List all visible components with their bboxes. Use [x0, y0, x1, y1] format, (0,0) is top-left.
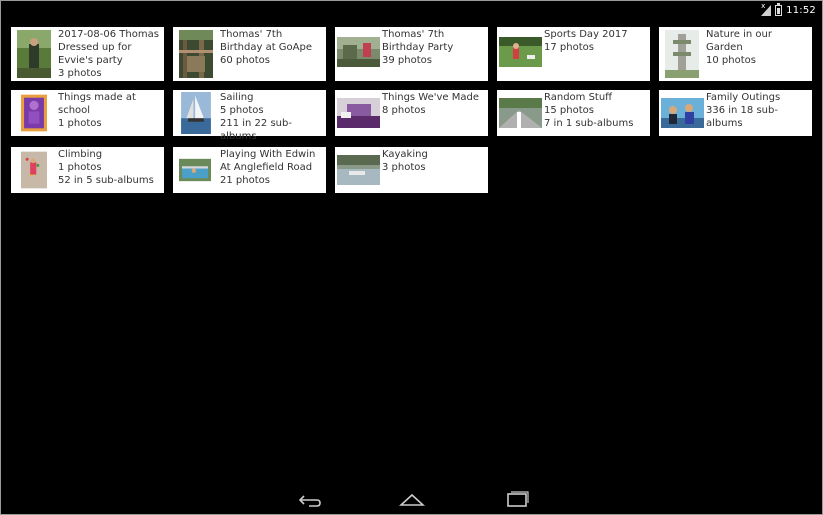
navigation-bar	[1, 485, 822, 515]
album-count: 21 photos	[220, 175, 270, 186]
album-title: Random Stuff	[544, 92, 613, 103]
album-count: 1 photos	[58, 118, 102, 129]
album-thumbnail	[179, 158, 211, 182]
album-tile[interactable]: Nature in our Garden 10 photos	[659, 27, 812, 81]
album-title: Nature in our Garden	[706, 29, 772, 53]
album-count: 3 photos	[58, 68, 102, 79]
album-tile[interactable]: Things made at school 1 photos	[11, 90, 164, 136]
album-title: Kayaking	[382, 149, 428, 160]
album-title: 2017-08-06 Thomas Dressed up for Evvie's…	[58, 29, 159, 66]
clock: 11:52	[786, 4, 816, 16]
home-icon[interactable]	[399, 490, 425, 510]
battery-icon	[775, 2, 783, 16]
album-tile[interactable]: Playing With Edwin At Anglefield Road 21…	[173, 147, 326, 193]
album-count: 8 photos	[382, 105, 426, 116]
album-title: Things made at school	[58, 92, 136, 116]
album-count: 336 in 18 sub-albums	[706, 105, 778, 129]
album-tile[interactable]: Thomas' 7th Birthday Party 39 photos	[335, 27, 488, 81]
album-thumbnail	[661, 98, 704, 128]
album-count: 17 photos	[544, 42, 594, 53]
album-title: Thomas' 7th Birthday Party	[382, 29, 454, 53]
album-count: 1 photos	[58, 162, 102, 173]
app-frame: 11:52 2017-08-06 Thomas Dressed up for E…	[0, 0, 823, 515]
album-tile[interactable]: Sports Day 2017 17 photos	[497, 27, 650, 81]
album-thumbnail	[499, 37, 542, 67]
album-title: Family Outings	[706, 92, 781, 103]
album-thumbnail	[181, 92, 211, 134]
album-thumbnail	[21, 94, 47, 132]
album-count: 39 photos	[382, 55, 432, 66]
album-title: Thomas' 7th Birthday at GoApe	[220, 29, 313, 53]
recent-apps-icon[interactable]	[504, 490, 530, 510]
signal-icon	[761, 2, 772, 16]
album-tile[interactable]: Random Stuff 15 photos 7 in 1 sub-albums	[497, 90, 650, 136]
album-tile[interactable]: Sailing 5 photos 211 in 22 sub-albums	[173, 90, 326, 142]
album-tile[interactable]: Things We've Made 8 photos	[335, 90, 488, 136]
album-tile[interactable]: Kayaking 3 photos	[335, 147, 488, 193]
album-tile[interactable]: 2017-08-06 Thomas Dressed up for Evvie's…	[11, 27, 164, 81]
album-subalbums: 7 in 1 sub-albums	[544, 118, 634, 129]
album-count: 60 photos	[220, 55, 270, 66]
album-subalbums: 52 in 5 sub-albums	[58, 175, 154, 186]
back-icon[interactable]	[297, 490, 323, 510]
album-thumbnail	[337, 155, 380, 185]
status-icons: 11:52	[761, 2, 816, 17]
album-thumbnail	[179, 30, 213, 78]
album-subalbums: 211 in 22 sub-albums	[220, 118, 292, 142]
album-thumbnail	[499, 98, 542, 128]
album-title: Sports Day 2017	[544, 29, 628, 40]
album-tile[interactable]: Thomas' 7th Birthday at GoApe 60 photos	[173, 27, 326, 81]
album-count: 5 photos	[220, 105, 264, 116]
album-title: Sailing	[220, 92, 254, 103]
album-thumbnail	[21, 151, 47, 189]
album-count: 15 photos	[544, 105, 594, 116]
album-thumbnail	[665, 30, 699, 78]
album-title: Climbing	[58, 149, 103, 160]
album-title: Playing With Edwin At Anglefield Road	[220, 149, 316, 173]
status-bar: 11:52	[1, 1, 822, 19]
album-thumbnail	[337, 98, 380, 128]
album-thumbnail	[17, 30, 51, 78]
album-count: 10 photos	[706, 55, 756, 66]
album-title: Things We've Made	[382, 92, 480, 103]
album-tile[interactable]: Family Outings 336 in 18 sub-albums	[659, 90, 812, 136]
album-tile[interactable]: Climbing 1 photos 52 in 5 sub-albums	[11, 147, 164, 193]
album-count: 3 photos	[382, 162, 426, 173]
album-thumbnail	[337, 37, 380, 67]
